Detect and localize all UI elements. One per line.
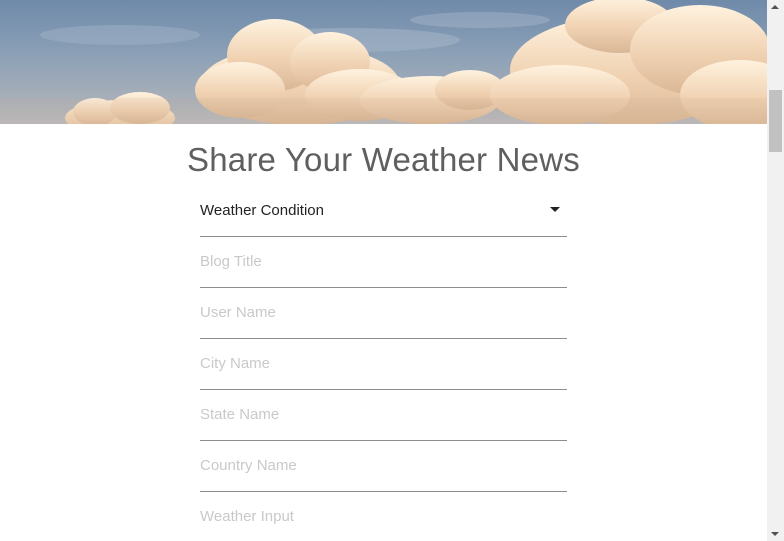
- weather-input-placeholder: Weather Input: [200, 508, 294, 525]
- weather-condition-value: Weather Condition: [200, 202, 324, 219]
- blog-title-placeholder: Blog Title: [200, 253, 262, 270]
- hero-banner: [0, 0, 767, 124]
- state-name-input[interactable]: State Name: [200, 389, 567, 441]
- weather-condition-select[interactable]: Weather Condition: [200, 185, 567, 237]
- viewport: Share Your Weather News Weather Conditio…: [0, 0, 767, 541]
- country-name-placeholder: Country Name: [200, 457, 297, 474]
- state-name-placeholder: State Name: [200, 406, 280, 423]
- cloud-sky-image: [0, 0, 767, 124]
- weather-input-field[interactable]: Weather Input: [200, 491, 567, 541]
- vertical-scrollbar[interactable]: [767, 0, 784, 541]
- page: Share Your Weather News Weather Conditio…: [0, 0, 784, 541]
- user-name-placeholder: User Name: [200, 304, 276, 321]
- city-name-input[interactable]: City Name: [200, 338, 567, 390]
- dropdown-caret-icon: [550, 207, 560, 212]
- scroll-thumb[interactable]: [769, 90, 782, 152]
- page-title: Share Your Weather News: [187, 141, 580, 178]
- scroll-up-icon[interactable]: [771, 5, 779, 9]
- country-name-input[interactable]: Country Name: [200, 440, 567, 492]
- user-name-input[interactable]: User Name: [200, 287, 567, 339]
- city-name-placeholder: City Name: [200, 355, 271, 372]
- scroll-down-icon[interactable]: [771, 532, 779, 536]
- blog-title-input[interactable]: Blog Title: [200, 236, 567, 288]
